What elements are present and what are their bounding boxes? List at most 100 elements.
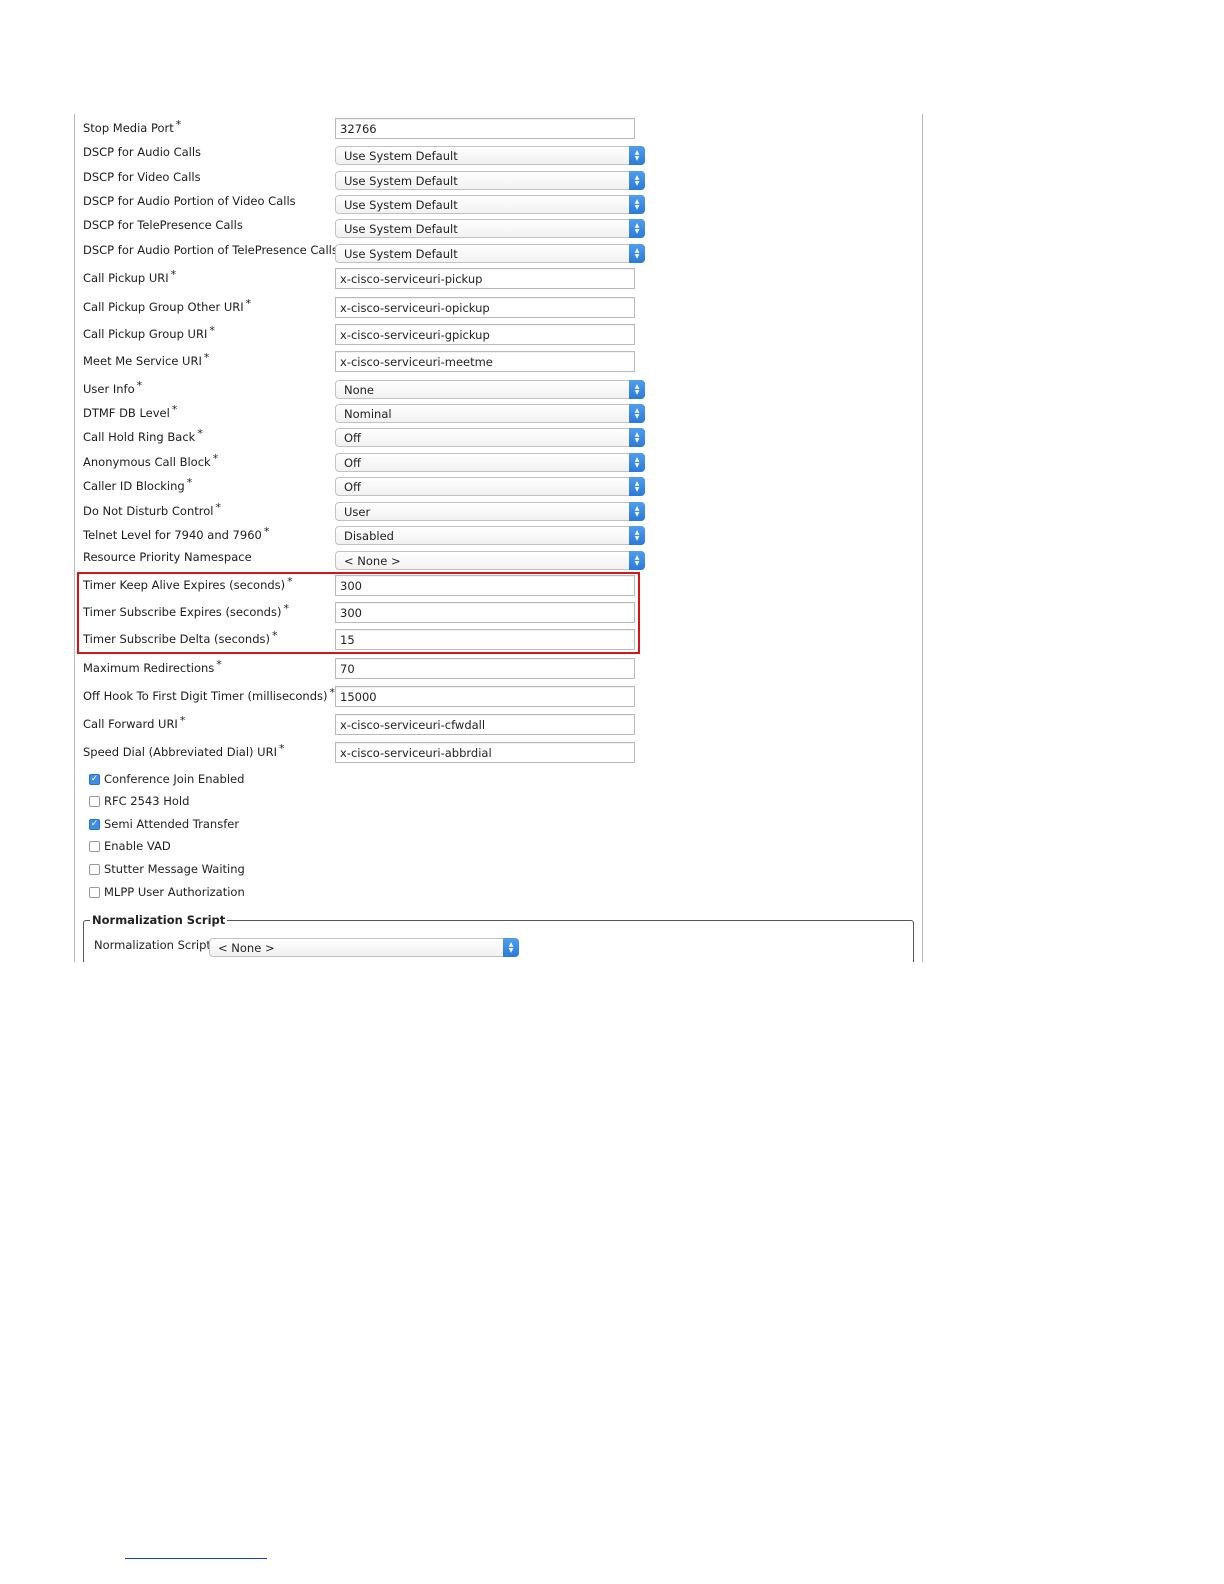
field-label-text: Telnet Level for 7940 and 7960	[83, 528, 262, 542]
field-label: DSCP for Audio Portion of TelePresence C…	[83, 243, 338, 257]
call-pickup-uri-input[interactable]: x-cisco-serviceuri-pickup	[335, 268, 635, 289]
field-label-text: Maximum Redirections	[83, 661, 215, 675]
up-down-chevron-icon: ▲ ▼	[629, 404, 645, 423]
field-label-text: DSCP for TelePresence Calls	[83, 218, 243, 232]
field-label: Meet Me Service URI *	[83, 351, 209, 368]
maximum-redirections-input[interactable]: 70	[335, 658, 635, 679]
do-not-disturb-control-select[interactable]: User ▲ ▼	[335, 502, 645, 521]
field-label: DSCP for TelePresence Calls	[83, 218, 243, 232]
call-pickup-group-uri-input[interactable]: x-cisco-serviceuri-gpickup	[335, 324, 635, 345]
checkmark-icon: ✓	[90, 819, 99, 829]
up-down-chevron-icon: ▲ ▼	[629, 244, 645, 263]
required-asterisk: *	[203, 351, 210, 364]
normalization-script-fieldset: Normalization Script Normalization Scrip…	[83, 913, 914, 962]
field-label: Call Pickup Group Other URI *	[83, 297, 251, 314]
field-label-text: DTMF DB Level	[83, 406, 170, 420]
required-asterisk: *	[216, 658, 222, 671]
required-asterisk: *	[212, 452, 219, 465]
checkbox-label: Enable VAD	[104, 839, 171, 853]
field-label-text: DSCP for Audio Portion of Video Calls	[83, 194, 296, 208]
caller-id-blocking-select[interactable]: Off ▲ ▼	[335, 477, 645, 496]
up-down-chevron-icon: ▲ ▼	[629, 502, 645, 521]
field-label: DSCP for Audio Calls	[83, 145, 201, 159]
field-label: Caller ID Blocking *	[83, 476, 192, 493]
checkbox-row-enable-vad: Enable VAD	[89, 839, 171, 853]
field-label: Speed Dial (Abbreviated Dial) URI *	[83, 742, 284, 759]
enable-vad-checkbox[interactable]	[89, 840, 100, 852]
anonymous-call-block-select[interactable]: Off ▲ ▼	[335, 453, 645, 472]
required-asterisk: *	[245, 297, 252, 310]
checkbox-label: Stutter Message Waiting	[104, 862, 245, 876]
field-label-text: Call Forward URI	[83, 717, 178, 731]
field-label: Maximum Redirections *	[83, 658, 222, 675]
stop-media-port-input[interactable]: 32766	[335, 118, 635, 139]
field-label: User Info *	[83, 379, 142, 396]
up-down-chevron-icon: ▲ ▼	[503, 938, 519, 957]
conference-join-enabled-checkbox[interactable]: ✓	[89, 773, 100, 785]
dscp-for-audio-portion-of-video-calls-select[interactable]: Use System Default ▲ ▼	[335, 195, 645, 214]
field-label-text: User Info	[83, 382, 135, 396]
field-label-text: Speed Dial (Abbreviated Dial) URI	[83, 745, 277, 759]
footnote-separator	[125, 1558, 267, 1559]
user-info-select[interactable]: None ▲ ▼	[335, 380, 645, 399]
field-label-text: Resource Priority Namespace	[83, 550, 252, 564]
dscp-for-audio-calls-select[interactable]: Use System Default ▲ ▼	[335, 146, 645, 165]
field-label-text: Anonymous Call Block	[83, 455, 211, 469]
field-label: Anonymous Call Block *	[83, 452, 218, 469]
checkbox-label: RFC 2543 Hold	[104, 794, 190, 808]
semi-attended-transfer-checkbox[interactable]: ✓	[89, 818, 100, 830]
select-value: Off	[344, 431, 361, 445]
field-label: DSCP for Audio Portion of Video Calls	[83, 194, 296, 208]
required-asterisk: *	[197, 427, 203, 440]
field-label: Call Pickup Group URI *	[83, 324, 215, 341]
select-value: Use System Default	[344, 222, 458, 236]
mlpp-user-authorization-checkbox[interactable]	[89, 886, 100, 898]
select-value: Use System Default	[344, 174, 458, 188]
field-label: DTMF DB Level *	[83, 403, 177, 420]
up-down-chevron-icon: ▲ ▼	[629, 195, 645, 214]
call-forward-uri-input[interactable]: x-cisco-serviceuri-cfwdall	[335, 714, 635, 735]
up-down-chevron-icon: ▲ ▼	[629, 477, 645, 496]
dtmf-db-level-select[interactable]: Nominal ▲ ▼	[335, 404, 645, 423]
call-pickup-group-other-uri-input[interactable]: x-cisco-serviceuri-opickup	[335, 297, 635, 318]
field-label: Off Hook To First Digit Timer (milliseco…	[83, 686, 335, 703]
field-label-text: Off Hook To First Digit Timer (milliseco…	[83, 689, 328, 703]
select-value: User	[344, 505, 371, 519]
select-value: < None >	[344, 554, 401, 568]
field-label-text: DSCP for Video Calls	[83, 170, 201, 184]
speed-dial-abbreviated-dial-uri-input[interactable]: x-cisco-serviceuri-abbrdial	[335, 742, 635, 763]
off-hook-to-first-digit-timer-milliseconds-input[interactable]: 15000	[335, 686, 635, 707]
select-value: Off	[344, 456, 361, 470]
normalization-script-value: < None >	[218, 941, 275, 955]
checkbox-label: Semi Attended Transfer	[104, 817, 240, 831]
call-hold-ring-back-select[interactable]: Off ▲ ▼	[335, 428, 645, 447]
telnet-level-for-7940-and-7960-select[interactable]: Disabled ▲ ▼	[335, 526, 645, 545]
meet-me-service-uri-input[interactable]: x-cisco-serviceuri-meetme	[335, 351, 635, 372]
dscp-for-video-calls-select[interactable]: Use System Default ▲ ▼	[335, 171, 645, 190]
field-label: Do Not Disturb Control *	[83, 501, 221, 518]
field-label: Call Pickup URI *	[83, 268, 176, 285]
normalization-script-select[interactable]: < None > ▲ ▼	[209, 938, 519, 957]
required-asterisk: *	[171, 403, 178, 416]
field-label-text: Stop Media Port	[83, 121, 174, 135]
field-label-text: DSCP for Audio Calls	[83, 145, 202, 159]
up-down-chevron-icon: ▲ ▼	[629, 380, 645, 399]
field-label: Telnet Level for 7940 and 7960 *	[83, 525, 269, 542]
resource-priority-namespace-select[interactable]: < None > ▲ ▼	[335, 551, 645, 570]
up-down-chevron-icon: ▲ ▼	[629, 219, 645, 238]
dscp-for-audio-portion-of-telepresence-calls-select[interactable]: Use System Default ▲ ▼	[335, 244, 645, 263]
select-value: Disabled	[344, 529, 394, 543]
required-asterisk: *	[186, 476, 193, 489]
field-label-text: Call Pickup Group URI	[83, 327, 208, 341]
checkbox-row-stutter-message-waiting: Stutter Message Waiting	[89, 862, 245, 876]
field-label: Stop Media Port *	[83, 118, 181, 135]
required-asterisk: *	[136, 379, 143, 392]
rfc-2543-hold-checkbox[interactable]	[89, 795, 100, 807]
stutter-message-waiting-checkbox[interactable]	[89, 863, 100, 875]
field-label-text: Caller ID Blocking	[83, 479, 185, 493]
sip-profile-settings-panel: Stop Media Port * 32766 DSCP for Audio Call…	[74, 114, 923, 962]
select-value: None	[344, 383, 375, 397]
field-label-text: Meet Me Service URI	[83, 354, 202, 368]
dscp-for-telepresence-calls-select[interactable]: Use System Default ▲ ▼	[335, 219, 645, 238]
normalization-script-label: Normalization Script	[94, 938, 211, 952]
